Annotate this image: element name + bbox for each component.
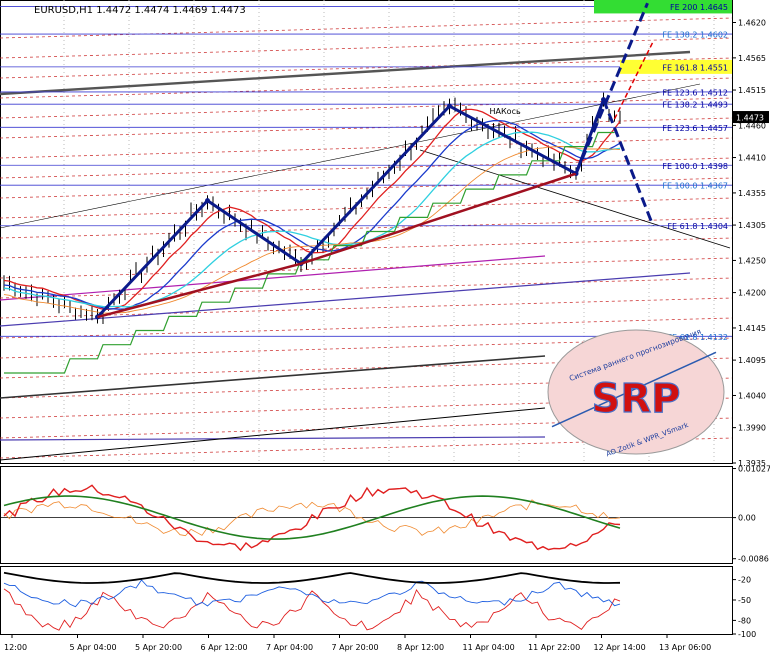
time-tick-label: 11 Apr 22:00 <box>528 643 580 652</box>
fe-level-label: FE 100.0 1.4398 <box>662 162 728 171</box>
osc2-tick-label: -50 <box>738 596 751 605</box>
price-tick-label: 1.4410 <box>738 154 766 163</box>
time-tick-label: 11 Apr 04:00 <box>463 643 515 652</box>
price-tick-label: 1.4145 <box>738 324 766 333</box>
time-tick-label: 12 Apr 14:00 <box>594 643 646 652</box>
time-tick-label: 7 Apr 20:00 <box>332 643 379 652</box>
time-tick-label: 5 Apr 20:00 <box>135 643 182 652</box>
annotation-label: НАКось <box>490 107 521 116</box>
zigzag-pivot[interactable] <box>205 198 210 204</box>
price-tick-label: 1.4250 <box>738 256 766 265</box>
osc1-tick-label: 0.01027 <box>738 465 770 474</box>
price-tick-label: 1.4355 <box>738 189 766 198</box>
price-tick-label: 1.4515 <box>738 86 766 95</box>
time-tick-label: 12:00 <box>4 643 27 652</box>
osc2-tick-label: -20 <box>738 576 751 585</box>
osc1-tick-label: 0.00 <box>738 514 756 523</box>
price-tick-label: 1.4095 <box>738 356 766 365</box>
time-tick-label: 8 Apr 12:00 <box>397 643 444 652</box>
time-tick-label: 6 Apr 12:00 <box>201 643 248 652</box>
logo-letters: SRP <box>592 376 681 422</box>
fe-level-label: FE 100.0 1.4367 <box>662 182 728 191</box>
chart-root: FE 200 1.4645 FE 138.2 1.4602 FE 161.8 1.4… <box>0 0 770 654</box>
fe-level-label: FE 123.6 1.4512 <box>662 88 728 97</box>
fe-level-label: FE 138.2 1.4493 <box>662 101 728 110</box>
time-tick-label: 5 Apr 04:00 <box>70 643 117 652</box>
price-tick-label: 1.4620 <box>738 19 766 28</box>
price-tick-label: 1.4040 <box>738 391 766 400</box>
fe-level-label: FE 161.8 1.4551 <box>662 63 728 72</box>
price-tick-label: 1.4305 <box>738 221 766 230</box>
zigzag-pivot[interactable] <box>447 103 452 109</box>
osc2-tick-label: -80 <box>738 616 751 625</box>
time-tick-label: 7 Apr 04:00 <box>266 643 313 652</box>
price-tick-label: 1.4200 <box>738 289 766 298</box>
fe-level-label: FE 61.8 1.4304 <box>667 222 728 231</box>
current-price-label: 1.4473 <box>736 114 764 123</box>
symbol-title: EURUSD,H1 1.4472 1.4474 1.4469 1.4473 <box>34 5 246 16</box>
price-tick-label: 1.4565 <box>738 54 766 63</box>
fe-level-label: FE 200 1.4645 <box>670 3 728 12</box>
price-tick-label: 1.3990 <box>738 424 766 433</box>
time-tick-label: 13 Apr 06:00 <box>659 643 711 652</box>
osc1-tick-label: -0.0086 <box>738 555 769 564</box>
chart-background <box>0 0 770 654</box>
osc2-tick-label: -100 <box>738 630 756 639</box>
fe-level-label: FE 123.6 1.4457 <box>662 124 728 133</box>
fe-level-label: FE 138.2 1.4602 <box>662 31 728 40</box>
